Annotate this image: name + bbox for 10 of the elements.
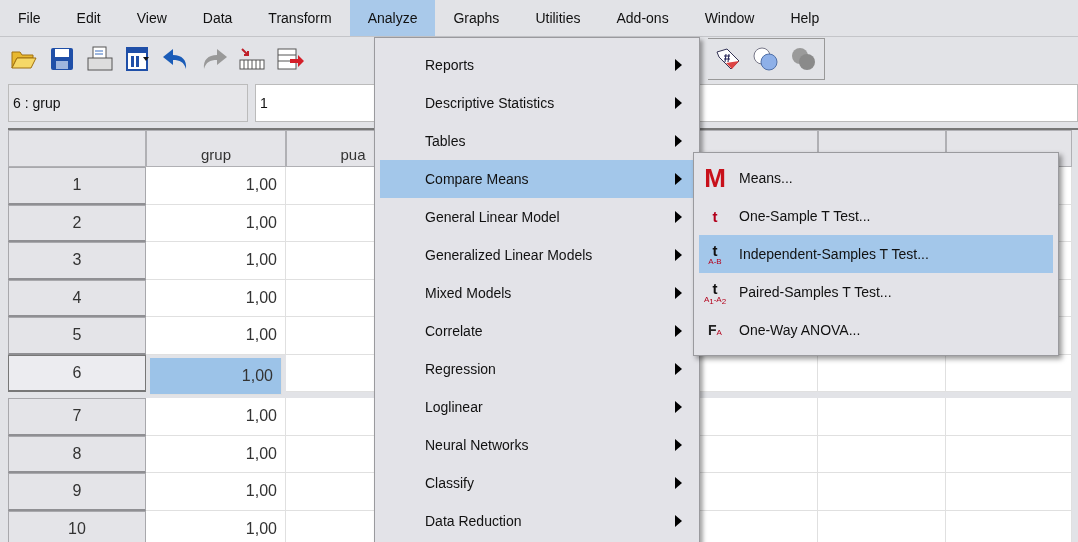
anova-icon: FA <box>699 323 731 337</box>
means-icon: M <box>699 165 731 191</box>
menu-item-label: Paired-Samples T Test... <box>739 282 892 302</box>
cell-name-field: 6 : grup <box>8 84 248 122</box>
menu-item-label: Means... <box>739 168 793 188</box>
menu-item-label: One-Way ANOVA... <box>739 320 861 340</box>
menu-item-label: One-Sample T Test... <box>739 206 871 226</box>
t-test-icon: t <box>699 208 731 224</box>
menu-item-label: Independent-Samples T Test... <box>739 244 929 264</box>
t-test-icon: t A-B <box>699 242 731 266</box>
